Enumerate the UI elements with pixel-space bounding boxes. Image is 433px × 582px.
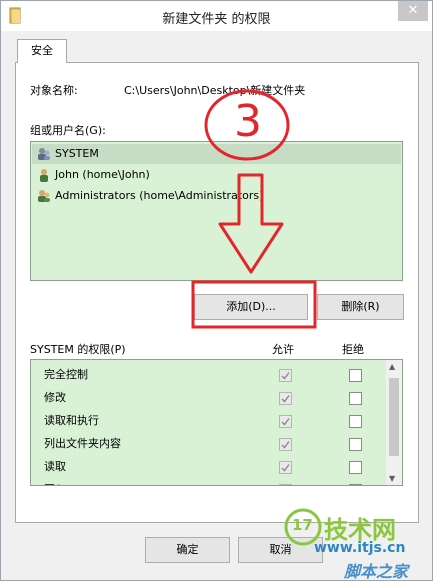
permissions-list[interactable]: 完全控制 修改 读取和执行 列出文件夹内容 读取 写入 ▲ ▼ [30,359,403,486]
allow-checkbox[interactable] [279,484,292,485]
list-item-label: Administrators (home\Administrators) [55,189,264,202]
permission-row: 读取 [44,460,66,473]
permission-row: 读取和执行 [44,414,99,427]
object-name-label: 对象名称: [30,84,78,97]
deny-header: 拒绝 [342,343,364,356]
list-item[interactable]: SYSTEM [32,144,401,164]
admin-group-icon [38,190,50,202]
scroll-down-icon[interactable]: ▼ [389,474,395,483]
close-button[interactable]: ✕ [398,1,428,21]
title-bar: 新建文件夹 的权限 ✕ [1,1,432,31]
ok-button[interactable]: 确定 [145,537,230,563]
deny-checkbox[interactable] [349,369,362,382]
permission-row: 修改 [44,391,66,404]
window-title: 新建文件夹 的权限 [162,12,271,27]
user-icon [40,169,48,182]
allow-checkbox[interactable] [279,392,292,405]
deny-checkbox[interactable] [349,438,362,451]
object-name-value: C:\Users\John\Desktop\新建文件夹 [124,84,306,97]
permission-row: 完全控制 [44,368,88,381]
permissions-scrollbar[interactable]: ▲ ▼ [386,360,402,485]
users-listbox[interactable]: SYSTEM John (home\John) Administrators (… [30,141,403,281]
permissions-label: SYSTEM 的权限(P) [30,343,126,356]
permission-row: 列出文件夹内容 [44,437,121,450]
permission-row: 写入 [44,479,66,485]
allow-checkbox[interactable] [279,415,292,428]
remove-button[interactable]: 删除(R) [317,294,404,320]
add-button[interactable]: 添加(D)... [194,294,308,320]
deny-checkbox[interactable] [349,484,362,485]
allow-header: 允许 [272,343,294,356]
list-item-label: SYSTEM [55,147,99,160]
list-item-label: John (home\John) [55,168,150,181]
allow-checkbox[interactable] [279,369,292,382]
scroll-thumb[interactable] [389,378,399,456]
system-users-icon [38,148,50,160]
groups-label: 组或用户名(G): [30,124,106,137]
permissions-dialog: 新建文件夹 的权限 ✕ 安全 对象名称: C:\Users\John\Deskt… [0,0,433,581]
watermark-footer: 脚本之家 [344,562,409,581]
deny-checkbox[interactable] [349,461,362,474]
step-number: 3 [234,96,262,147]
deny-checkbox[interactable] [349,415,362,428]
allow-checkbox[interactable] [279,438,292,451]
tab-security[interactable]: 安全 [17,39,67,63]
allow-checkbox[interactable] [279,461,292,474]
watermark-logo-text: 17 [292,516,313,534]
watermark-url: www.itjs.cn [314,540,406,556]
deny-checkbox[interactable] [349,392,362,405]
security-panel: 对象名称: C:\Users\John\Desktop\新建文件夹 组或用户名(… [15,62,419,523]
scroll-up-icon[interactable]: ▲ [389,362,395,371]
